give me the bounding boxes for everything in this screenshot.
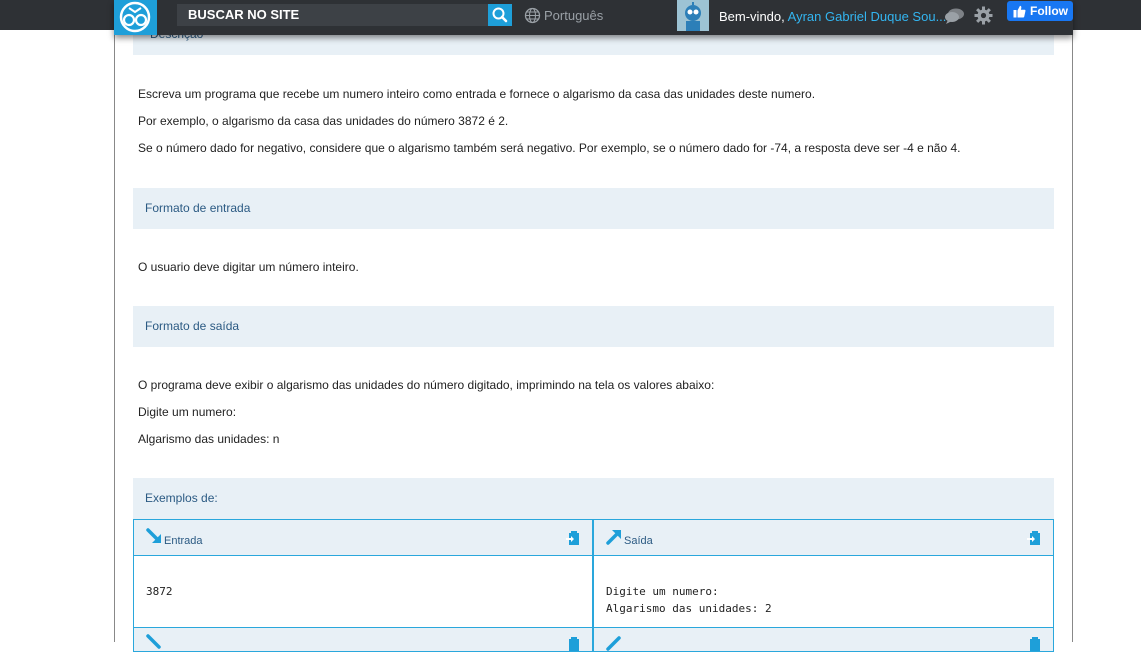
description-line-3: Se o número dado for negativo, considere… [138, 141, 961, 155]
examples-input-header: Entrada [133, 519, 593, 556]
thumbs-up-icon [1013, 5, 1026, 17]
description-line-1: Escreva um programa que recebe um numero… [138, 87, 816, 101]
output-column-label: Saída [624, 535, 653, 547]
next-example-input-header [133, 627, 593, 652]
user-name-link[interactable]: Ayran Gabriel Duque Sou... [788, 9, 947, 24]
examples-output-header: Saída [593, 519, 1054, 556]
top-navigation-bar: BUSCAR NO SITE Português Bem-vindo, Ayra… [114, 0, 1073, 35]
input-format-section-header: Formato de entrada [133, 188, 1054, 229]
examples-table: Entrada Saída 3872 Digite um numero: Alg… [133, 519, 1054, 652]
search-button[interactable] [488, 4, 512, 26]
input-column-label: Entrada [164, 535, 203, 547]
site-logo-icon[interactable] [114, 0, 157, 35]
example-output-line-2: Algarismo das unidades: 2 [606, 602, 772, 615]
gear-icon[interactable] [974, 6, 993, 30]
welcome-prefix: Bem-vindo, [719, 9, 785, 24]
example-input-value: 3872 [146, 585, 173, 598]
copy-input-icon[interactable] [566, 636, 580, 652]
avatar[interactable] [677, 0, 709, 31]
description-line-2: Por exemplo, o algarismo da casa das uni… [138, 114, 509, 128]
output-format-line-2: Digite um numero: [138, 405, 237, 419]
input-format-text: O usuario deve digitar um número inteiro… [138, 260, 359, 274]
search-input[interactable]: BUSCAR NO SITE [177, 4, 488, 26]
example-input-cell: 3872 [133, 555, 593, 628]
output-format-section-header: Formato de saída [133, 306, 1054, 347]
follow-label: Follow [1030, 4, 1068, 18]
copy-input-icon[interactable] [566, 530, 580, 546]
next-example-output-header [593, 627, 1054, 652]
examples-section-header: Exemplos de: [133, 478, 1054, 519]
welcome-message: Bem-vindo, Ayran Gabriel Duque Sou... [719, 9, 946, 24]
example-output-cell: Digite um numero: Algarismo das unidades… [593, 555, 1054, 628]
chat-icon[interactable] [944, 7, 966, 30]
globe-icon [524, 7, 541, 23]
copy-output-icon[interactable] [1027, 636, 1041, 652]
arrow-down-right-icon [146, 634, 161, 649]
example-output-line-1: Digite um numero: [606, 585, 719, 598]
output-format-line-3: Algarismo das unidades: n [138, 432, 280, 446]
arrow-up-right-icon [606, 636, 621, 651]
arrow-up-right-icon [606, 530, 621, 545]
language-selector[interactable]: Português [524, 6, 603, 24]
search-icon [492, 7, 508, 23]
arrow-down-right-icon [146, 528, 161, 543]
language-label: Português [544, 7, 604, 23]
output-format-line-1: O programa deve exibir o algarismo das u… [138, 378, 715, 392]
copy-output-icon[interactable] [1027, 530, 1041, 546]
facebook-follow-button[interactable]: Follow [1007, 1, 1073, 21]
